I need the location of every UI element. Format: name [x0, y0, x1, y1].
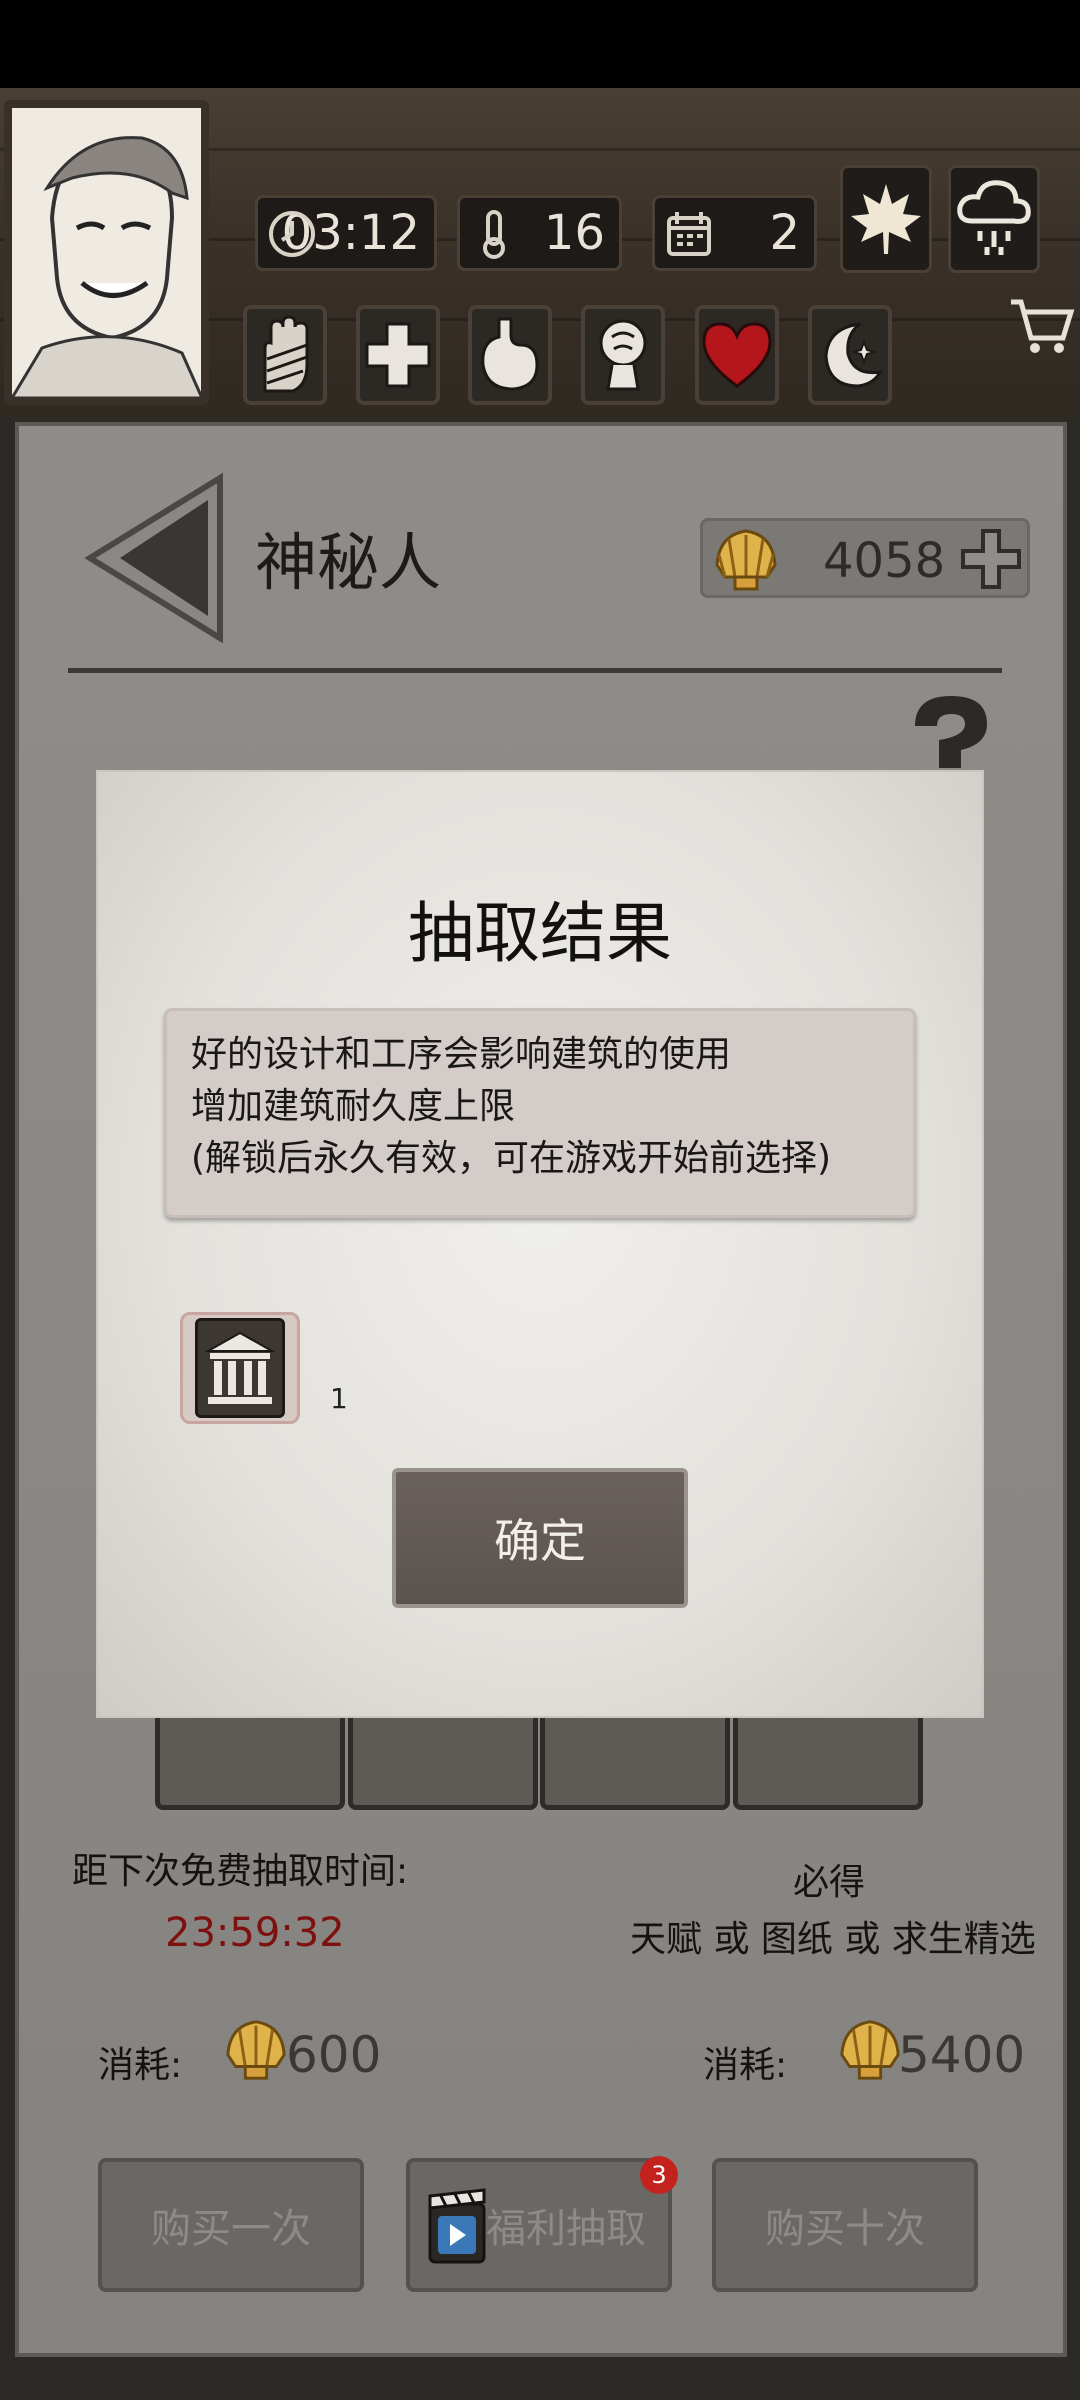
- description-line: (解锁后永久有效，可在游戏开始前选择): [191, 1138, 832, 1179]
- card-slot: [733, 1700, 923, 1810]
- brain-mind-icon: [599, 319, 647, 391]
- description-line: 增加建筑耐久度上限: [191, 1086, 516, 1127]
- temperature-value: 16: [543, 205, 605, 261]
- reward-item-frame: [195, 1318, 285, 1418]
- shell-amount: 4058: [823, 533, 946, 589]
- free-draw-label: 距下次免费抽取时间:: [72, 1851, 409, 1892]
- cost-label-ten: 消耗:: [703, 2045, 788, 2086]
- clock-icon: [269, 211, 315, 257]
- cost-single-value: 600: [286, 2026, 382, 2084]
- medical-cross-icon: [365, 322, 431, 388]
- shell-coin-icon: [715, 529, 777, 591]
- header-divider: [68, 668, 1002, 673]
- reward-description: 好的设计和工序会影响建筑的使用 增加建筑耐久度上限 (解锁后永久有效，可在游戏开…: [164, 1008, 916, 1218]
- day-value: 2: [769, 205, 800, 261]
- season-tile[interactable]: [840, 165, 932, 273]
- confirm-button[interactable]: 确定: [392, 1468, 688, 1608]
- shell-coin-icon: [226, 2020, 286, 2080]
- add-shells-button[interactable]: [957, 525, 1025, 593]
- guarantee-items: 天赋 或 图纸 或 求生精选: [630, 1919, 1036, 1960]
- hunger-status[interactable]: [468, 305, 552, 405]
- hygiene-status[interactable]: [243, 305, 327, 405]
- reward-item[interactable]: [180, 1312, 300, 1424]
- reward-item-count: 1: [330, 1382, 348, 1415]
- rain-cloud-icon: [957, 180, 1031, 255]
- thermometer-icon: [483, 210, 505, 259]
- heart-icon: [702, 322, 772, 388]
- cost-ten-value: 5400: [898, 2026, 1026, 2084]
- day-display: 2: [652, 195, 817, 271]
- buy-once-button[interactable]: 购买一次: [98, 2158, 364, 2292]
- clock-display: 03:12: [255, 195, 437, 271]
- page-title: 神秘人: [255, 526, 442, 599]
- shop-cart-icon[interactable]: [1005, 290, 1075, 360]
- bandaged-hand-icon: [263, 315, 309, 393]
- heart-status[interactable]: [695, 305, 779, 405]
- calendar-icon: [667, 212, 711, 256]
- temperature-display: 16: [457, 195, 622, 271]
- weather-tile[interactable]: [948, 165, 1040, 273]
- moon-star-icon: [824, 322, 883, 388]
- stomach-icon: [481, 317, 539, 391]
- back-arrow-icon[interactable]: [80, 470, 230, 645]
- status-bar: [0, 0, 1080, 88]
- buy-ten-button[interactable]: 购买十次: [712, 2158, 978, 2292]
- mood-status[interactable]: [581, 305, 665, 405]
- card-slot: [540, 1700, 730, 1810]
- maple-leaf-icon: [851, 184, 921, 254]
- health-status[interactable]: [356, 305, 440, 405]
- free-draw-timer: 23:59:32: [165, 1910, 345, 1956]
- shell-currency: 4058: [700, 518, 1030, 598]
- description-line: 好的设计和工序会影响建筑的使用: [191, 1034, 732, 1075]
- survivor-portrait-icon: [12, 108, 201, 397]
- welfare-draw-label: 福利抽取: [486, 2206, 646, 2252]
- card-slot: [348, 1700, 538, 1810]
- sleep-status[interactable]: [808, 305, 892, 405]
- character-portrait[interactable]: [4, 100, 209, 405]
- cost-label-single: 消耗:: [98, 2045, 183, 2086]
- draw-result-dialog: 抽取结果 好的设计和工序会影响建筑的使用 增加建筑耐久度上限 (解锁后永久有效，…: [98, 772, 982, 1716]
- guarantee-label: 必得: [793, 1862, 866, 1903]
- dialog-title: 抽取结果: [408, 895, 672, 972]
- welfare-badge: 3: [640, 2156, 678, 2194]
- video-ad-icon: [428, 2188, 486, 2264]
- card-slot: [155, 1700, 345, 1810]
- shell-coin-icon: [840, 2020, 900, 2080]
- building-temple-icon: [204, 1331, 276, 1404]
